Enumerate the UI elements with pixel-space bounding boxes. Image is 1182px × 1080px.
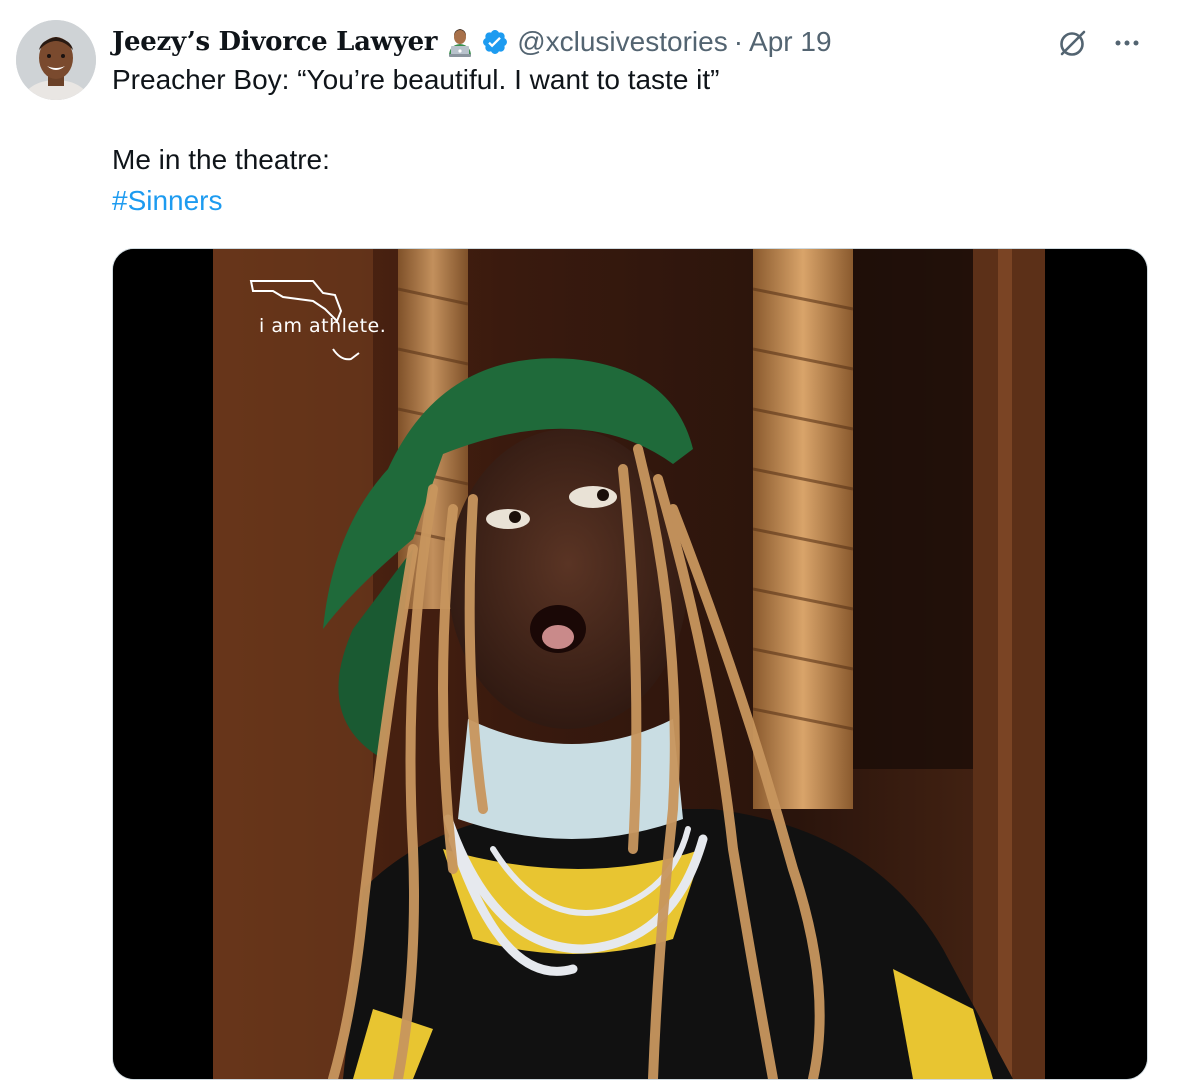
video-frame-image [113,249,1147,1079]
author-display-name[interactable]: Jeezy’s Divorce Lawyer [112,27,438,57]
video-watermark-text: i am athlete. [259,315,387,337]
header-separator: · [733,26,744,57]
more-options-icon[interactable] [1110,26,1144,60]
tweet-media-video[interactable]: i am athlete. [112,248,1148,1080]
hashtag-link[interactable]: #Sinners [112,185,223,217]
man-technologist-emoji-icon [445,26,475,58]
grok-icon[interactable] [1056,26,1090,60]
tweet[interactable]: Jeezy’s Divorce Lawyer @xclusivestories … [0,0,1182,1080]
author-handle[interactable]: @xclusivestories [517,26,727,58]
tweet-text-line-2: Me in the theatre: [112,144,330,175]
tweet-header: Jeezy’s Divorce Lawyer @xclusivestories … [112,22,832,62]
verified-badge-icon[interactable] [481,28,509,56]
tweet-text-line-1: Preacher Boy: “You’re beautiful. I want … [112,64,720,95]
tweet-date[interactable]: Apr 19 [749,26,832,58]
author-avatar[interactable] [16,20,96,100]
